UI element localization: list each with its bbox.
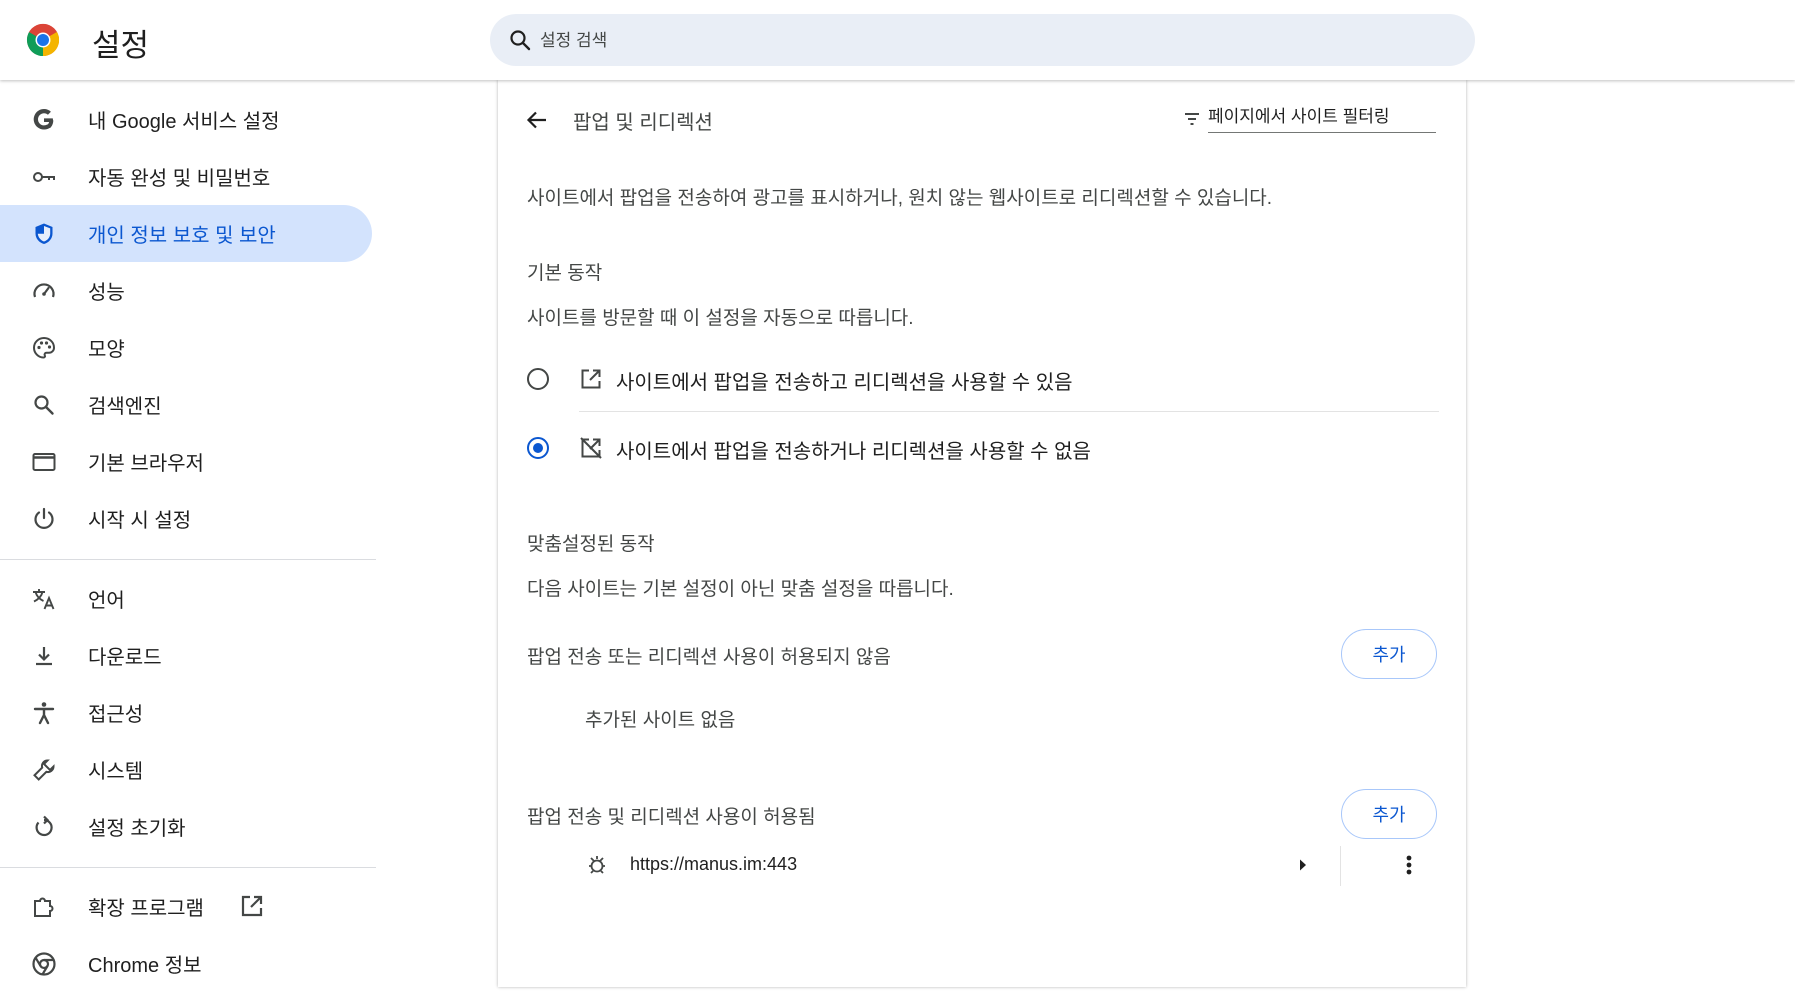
palette-icon	[32, 336, 56, 359]
custom-behavior-subtitle: 다음 사이트는 기본 설정이 아닌 맞춤 설정을 따릅니다.	[527, 579, 954, 600]
site-filter[interactable]	[1182, 102, 1438, 134]
sidebar-item-system[interactable]: 시스템	[0, 741, 372, 798]
sidebar-nav: 내 Google 서비스 설정 자동 완성 및 비밀번호 개인 정보 보호 및 …	[0, 80, 376, 987]
sidebar-item-about-chrome[interactable]: Chrome 정보	[0, 935, 372, 992]
sidebar-item-label: 접근성	[88, 704, 144, 726]
reset-icon	[35, 815, 53, 837]
more-vert-icon[interactable]	[1394, 850, 1424, 880]
subpage-title: 팝업 및 리디렉션	[573, 112, 713, 134]
sidebar-item-google-services[interactable]: 내 Google 서비스 설정	[0, 91, 372, 148]
sidebar-item-downloads[interactable]: 다운로드	[0, 627, 372, 684]
key-icon	[33, 172, 55, 182]
popup-blocked-icon	[580, 437, 602, 459]
search-box[interactable]	[490, 14, 1475, 68]
default-behavior-subtitle: 사이트를 방문할 때 이 설정을 자동으로 따릅니다.	[527, 308, 914, 329]
shield-icon	[35, 223, 53, 244]
sidebar-item-label: 시스템	[88, 761, 144, 783]
site-favicon-icon	[589, 856, 605, 874]
puzzle-icon	[34, 897, 54, 917]
google-g-icon	[33, 109, 54, 130]
search-icon	[34, 395, 54, 415]
wrench-icon	[33, 759, 55, 781]
filter-icon	[1185, 113, 1199, 125]
speedometer-icon	[33, 283, 55, 298]
sidebar-item-label: 다운로드	[88, 647, 162, 669]
add-allowed-site-button[interactable]: 추가	[1341, 789, 1437, 839]
page-title: 설정	[92, 28, 150, 63]
sidebar-item-search-engine[interactable]: 검색엔진	[0, 376, 372, 433]
power-icon	[34, 507, 54, 529]
back-arrow-icon[interactable]	[524, 107, 550, 133]
download-icon	[36, 647, 52, 666]
sidebar-item-label: 시작 시 설정	[88, 510, 192, 532]
translate-icon	[33, 589, 55, 610]
sidebar-item-appearance[interactable]: 모양	[0, 319, 372, 376]
sidebar-item-extensions[interactable]: 확장 프로그램	[0, 878, 372, 935]
sidebar-item-reset-settings[interactable]: 설정 초기화	[0, 798, 372, 855]
allowed-list-title: 팝업 전송 및 리디렉션 사용이 허용됨	[527, 807, 816, 828]
site-url: https://manus.im:443	[630, 854, 798, 874]
sidebar-item-on-startup[interactable]: 시작 시 설정	[0, 490, 372, 547]
sidebar-item-performance[interactable]: 성능	[0, 262, 372, 319]
sidebar-item-label: 설정 초기화	[88, 818, 186, 840]
search-input[interactable]	[538, 14, 1442, 68]
sidebar-item-label: 자동 완성 및 비밀번호	[88, 168, 271, 190]
open-in-new-icon	[581, 369, 601, 389]
default-behavior-title: 기본 동작	[527, 263, 603, 284]
sidebar-item-default-browser[interactable]: 기본 브라우저	[0, 433, 372, 490]
option-block-label: 사이트에서 팝업을 전송하거나 리디렉션을 사용할 수 없음	[616, 441, 1091, 463]
list-item[interactable]: https://manus.im:443	[498, 836, 1466, 896]
search-icon	[510, 30, 531, 51]
sidebar-item-languages[interactable]: 언어	[0, 570, 372, 627]
chrome-logo-icon	[26, 23, 60, 57]
site-filter-input[interactable]	[1208, 102, 1436, 133]
option-allow-label: 사이트에서 팝업을 전송하고 리디렉션을 사용할 수 있음	[616, 372, 1073, 394]
blocked-list-title: 팝업 전송 또는 리디렉션 사용이 허용되지 않음	[527, 647, 891, 668]
page-description: 사이트에서 팝업을 전송하여 광고를 표시하거나, 원치 않는 웹사이트로 리디…	[527, 188, 1273, 209]
sidebar-item-label: 검색엔진	[88, 396, 162, 418]
sidebar-divider	[0, 867, 376, 868]
popups-settings-card: 팝업 및 리디렉션 사이트에서 팝업을 전송하여 광고를 표시하거나, 원치 않…	[498, 80, 1466, 987]
sidebar-item-label: 언어	[88, 590, 125, 612]
custom-behavior-title: 맞춤설정된 동작	[527, 534, 655, 555]
arrow-right-icon[interactable]	[1290, 852, 1316, 878]
browser-window-icon	[32, 453, 56, 471]
add-blocked-site-button[interactable]: 추가	[1341, 629, 1437, 679]
sidebar-item-label: 개인 정보 보호 및 보안	[88, 225, 276, 247]
option-divider	[579, 411, 1439, 412]
chrome-icon	[32, 952, 56, 976]
sidebar-divider	[0, 559, 376, 560]
radio-block-popups[interactable]	[527, 437, 549, 459]
sidebar-item-privacy-security[interactable]: 개인 정보 보호 및 보안	[0, 205, 372, 262]
sidebar-item-label: 모양	[88, 339, 125, 361]
accessibility-icon	[33, 702, 55, 725]
sidebar-item-label: 기본 브라우저	[88, 453, 204, 475]
sidebar-item-label: Chrome 정보	[88, 955, 202, 977]
sidebar-item-label: 확장 프로그램	[88, 898, 204, 920]
row-divider	[1340, 846, 1341, 886]
open-in-new-icon	[241, 895, 263, 917]
blocked-list-empty: 추가된 사이트 없음	[585, 710, 736, 731]
sidebar-item-accessibility[interactable]: 접근성	[0, 684, 372, 741]
radio-allow-popups[interactable]	[527, 368, 549, 390]
header: 설정	[0, 0, 1795, 80]
sidebar-item-autofill[interactable]: 자동 완성 및 비밀번호	[0, 148, 372, 205]
sidebar-item-label: 내 Google 서비스 설정	[88, 111, 280, 133]
sidebar-item-label: 성능	[88, 282, 125, 304]
